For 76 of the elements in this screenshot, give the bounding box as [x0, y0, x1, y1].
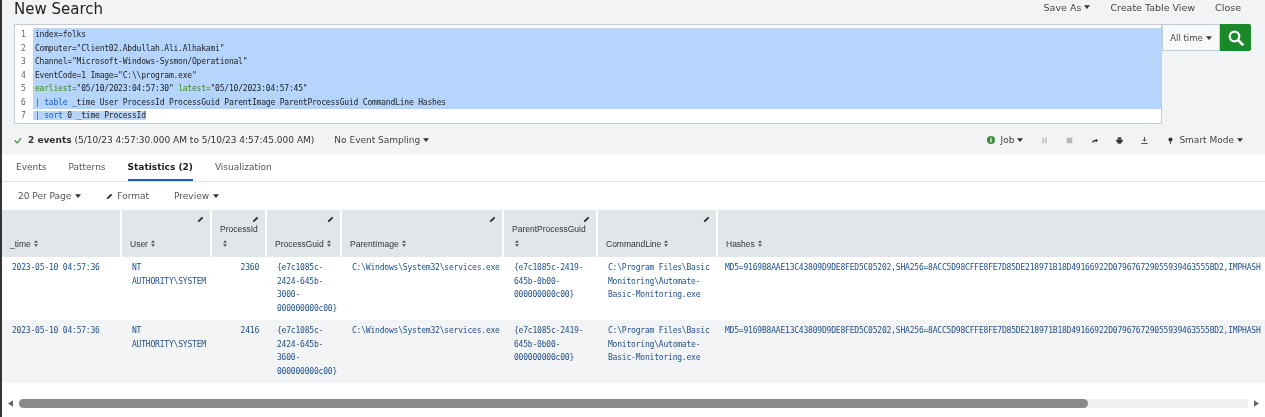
- search-button[interactable]: [1220, 24, 1251, 51]
- column-header[interactable]: CommandLine: [606, 237, 712, 252]
- table-cell-text: 2360: [239, 262, 260, 274]
- toolbar-dropdown[interactable]: Preview: [174, 191, 220, 201]
- table-cell-text: 2023-05-10 04:57:36: [11, 262, 101, 274]
- query-editor[interactable]: [14, 24, 1162, 124]
- sort-icon[interactable]: [33, 240, 38, 247]
- pencil-icon[interactable]: [327, 216, 334, 223]
- page-title: New Search: [14, 0, 104, 18]
- search-mode-dropdown[interactable]: Smart Mode: [1179, 135, 1243, 145]
- sort-icon[interactable]: [326, 240, 331, 247]
- caret-icon: [75, 194, 82, 198]
- sort-icon[interactable]: [223, 240, 227, 247]
- tab[interactable]: Patterns: [68, 155, 106, 181]
- tab[interactable]: Visualization: [214, 155, 272, 181]
- header-action[interactable]: Create Table View: [1110, 1, 1196, 13]
- pencil-icon[interactable]: [252, 216, 259, 223]
- table-cell-text: C:\Windows\System32\services.exe: [351, 325, 501, 337]
- table-cell-text: 2416: [239, 325, 260, 337]
- check-icon: [14, 136, 22, 144]
- caret-icon: [1237, 138, 1243, 142]
- column-header[interactable]: Hashes: [726, 237, 1261, 252]
- sort-icon[interactable]: [150, 240, 155, 247]
- pencil-icon[interactable]: [489, 216, 496, 223]
- table-cell-text: {e7c1085c-2419-645b-0b00-000000000c00}: [513, 325, 585, 364]
- table-cell-text: {e7c1085c-2424-645b-3600-000000000c00}: [276, 325, 338, 378]
- caret-icon: [1205, 35, 1212, 40]
- toolbar-dropdown[interactable]: 20 Per Page: [18, 191, 82, 201]
- column-header[interactable]: ParentProcessGuid: [512, 222, 592, 252]
- table-cell-text: NT AUTHORITY\SYSTEM: [131, 262, 207, 288]
- table-cell-text: C:\Windows\System32\services.exe: [351, 262, 501, 274]
- job-dropdown[interactable]: Job: [1000, 135, 1024, 145]
- column-header[interactable]: _time: [10, 237, 116, 252]
- tab[interactable]: Events: [16, 155, 47, 181]
- sampling-dropdown[interactable]: No Event Sampling: [334, 135, 430, 145]
- line-number: 3: [15, 55, 33, 69]
- header-action[interactable]: Save As: [1043, 1, 1091, 13]
- column-header[interactable]: ProcessId: [220, 222, 261, 252]
- sort-icon[interactable]: [664, 240, 669, 247]
- pencil-icon[interactable]: [583, 216, 590, 223]
- pencil-icon[interactable]: [703, 216, 710, 223]
- caret-icon: [423, 138, 430, 142]
- format-button[interactable]: Format: [106, 191, 150, 201]
- caret-icon: [213, 194, 220, 198]
- download-icon[interactable]: [1141, 136, 1149, 144]
- caret-icon: [1017, 138, 1024, 142]
- table-cell-text: {e7c1085c-2424-645b-3000-000000000c00}: [276, 262, 338, 315]
- header-action[interactable]: Close: [1215, 1, 1241, 13]
- lightbulb-icon: [1168, 136, 1174, 144]
- column-header[interactable]: User: [130, 237, 206, 252]
- tab[interactable]: Statistics (2): [127, 155, 193, 181]
- table-cell-text: MD5=9169B8AAE13C43809D9DE8FED5C05202,SHA256=8ACC5D98CFFE8FE7D85DE218971B18D49166922D079676729055939463555BD2,IMPHASH: [724, 262, 1262, 274]
- table-cell-text: NT AUTHORITY\SYSTEM: [131, 325, 207, 351]
- sort-icon[interactable]: [757, 240, 762, 247]
- sort-icon[interactable]: [401, 240, 406, 247]
- pencil-icon[interactable]: [197, 216, 204, 223]
- column-header[interactable]: ParentImage: [350, 237, 498, 252]
- event-summary: 2 events (5/10/23 4:57:30.000 AM to 5/10/23 4:57:45.000 AM): [28, 135, 315, 145]
- print-icon[interactable]: [1116, 136, 1124, 144]
- column-header[interactable]: ProcessGuid: [275, 237, 336, 252]
- table-cell-text: {e7c1085c-2419-645b-0b00-000000000c00}: [513, 262, 585, 301]
- time-range-dropdown[interactable]: All time: [1162, 24, 1220, 51]
- table-cell-text: 2023-05-10 04:57:36: [11, 325, 101, 337]
- scrollbar-thumb[interactable]: [19, 399, 1089, 408]
- line-number: 1: [15, 28, 33, 42]
- sort-icon[interactable]: [515, 240, 519, 247]
- table-cell-text: MD5=9169B8AAE13C43809D9DE8FED5C05202,SHA256=8ACC5D98CFFE8FE7D85DE218971B18D49166922D079676729055939463555BD2,IMPHASH: [724, 325, 1262, 337]
- line-number: 5: [15, 82, 33, 96]
- scroll-right-arrow-icon[interactable]: [1254, 400, 1259, 407]
- table-cell-text: C:\Program Files\Basic Monitoring\Automate-Basic-Monitoring.exe: [607, 262, 711, 301]
- info-icon: [986, 136, 995, 144]
- pencil-icon: [106, 192, 114, 200]
- table-cell-text: C:\Program Files\Basic Monitoring\Automate-Basic-Monitoring.exe: [607, 325, 711, 364]
- search-icon: [1227, 29, 1244, 46]
- share-arrow-icon[interactable]: [1091, 136, 1099, 144]
- scroll-left-arrow-icon[interactable]: [8, 400, 13, 407]
